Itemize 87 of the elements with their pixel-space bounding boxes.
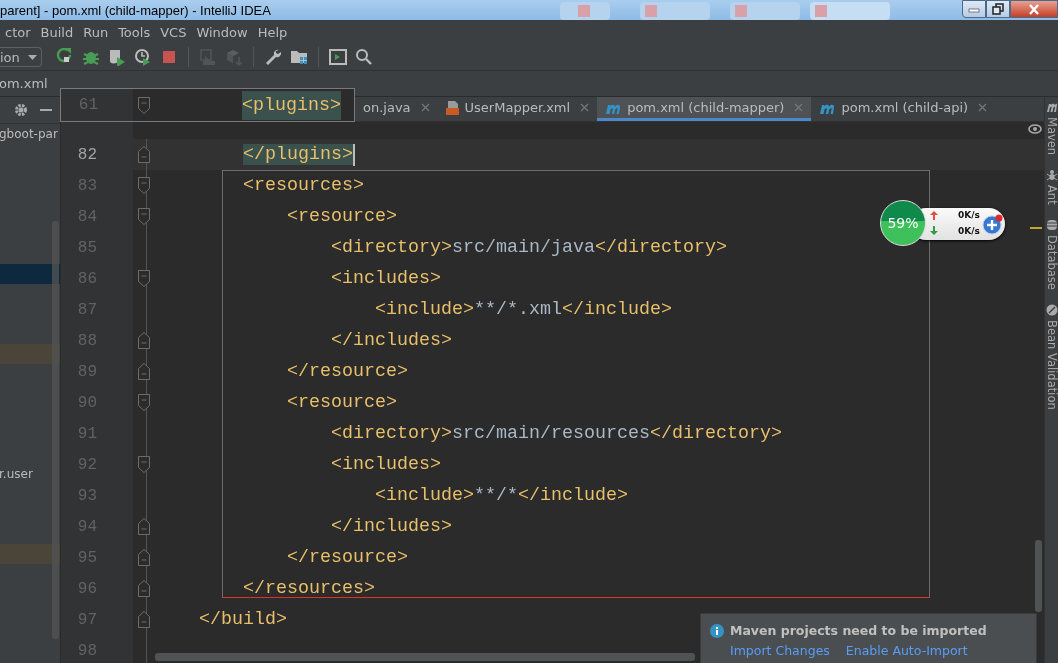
search-icon [355, 48, 373, 66]
folder-grid-icon [290, 48, 308, 66]
scrollbar-thumb[interactable] [52, 221, 59, 639]
restore-icon [992, 3, 1004, 15]
fold-marker-icon[interactable] [138, 177, 150, 194]
menu-item[interactable]: Help [252, 24, 293, 40]
code-line: <include>**/*.xml</include> [375, 299, 672, 320]
code-line: <resource> [287, 206, 397, 227]
terminal-icon [329, 48, 347, 66]
code-line: <include>**/*</include> [375, 485, 628, 506]
code-line: </resource> [287, 361, 408, 382]
info-icon [710, 623, 724, 638]
fold-marker-icon[interactable] [138, 363, 150, 380]
fold-marker-icon[interactable] [138, 611, 150, 628]
close-button[interactable] [1010, 0, 1058, 18]
fold-marker-icon[interactable] [138, 332, 150, 349]
text-caret [353, 143, 355, 166]
fold-marker-icon[interactable] [138, 208, 150, 225]
tool-window-tab[interactable]: Bean Validation [1044, 319, 1058, 410]
menu-item[interactable]: VCS [155, 24, 192, 40]
line-number: 82 [76, 145, 97, 164]
link[interactable]: Import Changes [730, 643, 830, 658]
ant-icon [1045, 169, 1058, 182]
run-config-dropdown[interactable]: ion [0, 47, 42, 67]
wrench-icon [264, 48, 282, 66]
tree-item-label: r.user [0, 467, 33, 481]
scrollbar-thumb[interactable] [1035, 540, 1042, 612]
code-line: <resources> [243, 175, 364, 196]
tool-window-tab[interactable]: Maven [1044, 117, 1058, 156]
code-line: <directory>src/main/resources</directory> [331, 423, 782, 444]
settings-icon[interactable] [14, 103, 28, 117]
close-icon [1028, 3, 1040, 15]
menu-item[interactable]: Run [78, 24, 114, 40]
breadcrumb[interactable]: om.xml [0, 76, 48, 91]
download-arrow-icon [930, 226, 938, 235]
eye-icon[interactable] [1028, 124, 1042, 134]
fold-marker-icon[interactable] [138, 456, 150, 473]
editor-tab[interactable]: UserMapper.xml [437, 97, 598, 121]
file-icon [445, 100, 459, 115]
fold-marker-icon[interactable] [138, 96, 150, 114]
maven-icon [1045, 101, 1058, 113]
notification-title: Maven projects need to be imported [730, 623, 987, 638]
minimize-button[interactable] [962, 0, 986, 18]
code-line: <includes> [331, 454, 441, 475]
fold-marker-icon[interactable] [138, 146, 150, 163]
menu-item[interactable]: Tools [113, 24, 156, 40]
menu-item[interactable]: ctor [0, 24, 36, 40]
upload-arrow-icon [930, 211, 938, 220]
cube-download-icon [225, 48, 243, 66]
close-icon[interactable] [978, 103, 988, 112]
menu-item[interactable]: Build [35, 24, 79, 40]
caret-icon [27, 54, 37, 60]
code-line: </includes> [331, 516, 452, 537]
fold-marker-icon[interactable] [138, 518, 150, 535]
collapse-icon[interactable] [40, 108, 52, 112]
code-line: <directory>src/main/java</directory> [331, 237, 727, 258]
tool-window-tab[interactable]: Ant [1044, 185, 1058, 205]
close-icon[interactable] [420, 103, 430, 112]
code-line: <resource> [287, 392, 397, 413]
fold-marker-icon[interactable] [138, 394, 150, 411]
code-line: </includes> [331, 330, 452, 351]
code-line: </resource> [287, 547, 408, 568]
close-icon[interactable] [580, 103, 590, 112]
add-icon[interactable] [982, 214, 1004, 235]
upload-speed: 0K/s [958, 210, 980, 220]
download-speed: 0K/s [958, 226, 980, 236]
scrollbar-thumb[interactable] [155, 653, 695, 661]
editor-tab[interactable]: on.java [355, 97, 438, 121]
link[interactable]: Enable Auto-Import [845, 643, 968, 658]
close-icon[interactable] [794, 103, 804, 112]
editor-tab[interactable]: pom.xml (child-api) [811, 97, 996, 121]
code-line: </build> [199, 609, 287, 630]
fold-marker-icon[interactable] [138, 580, 150, 597]
editor-tab[interactable]: pom.xml (child-mapper) [597, 97, 812, 121]
tree-row[interactable]: r.user [0, 464, 60, 484]
restore-button[interactable] [986, 0, 1010, 18]
window-title: parent] - pom.xml (child-mapper) - IntelliJ IDEA [0, 2, 271, 18]
minimize-icon [968, 5, 980, 13]
menu-item[interactable]: Window [191, 24, 253, 40]
fold-marker-icon[interactable] [138, 549, 150, 566]
fold-marker-icon[interactable] [138, 270, 150, 287]
clock-play-icon [134, 48, 152, 66]
stop-icon [160, 48, 178, 66]
shield-play-icon [108, 48, 126, 66]
tool-window-tab[interactable]: Database [1044, 234, 1058, 290]
code-line: <includes> [331, 268, 441, 289]
code-line: </resources> [243, 578, 375, 599]
